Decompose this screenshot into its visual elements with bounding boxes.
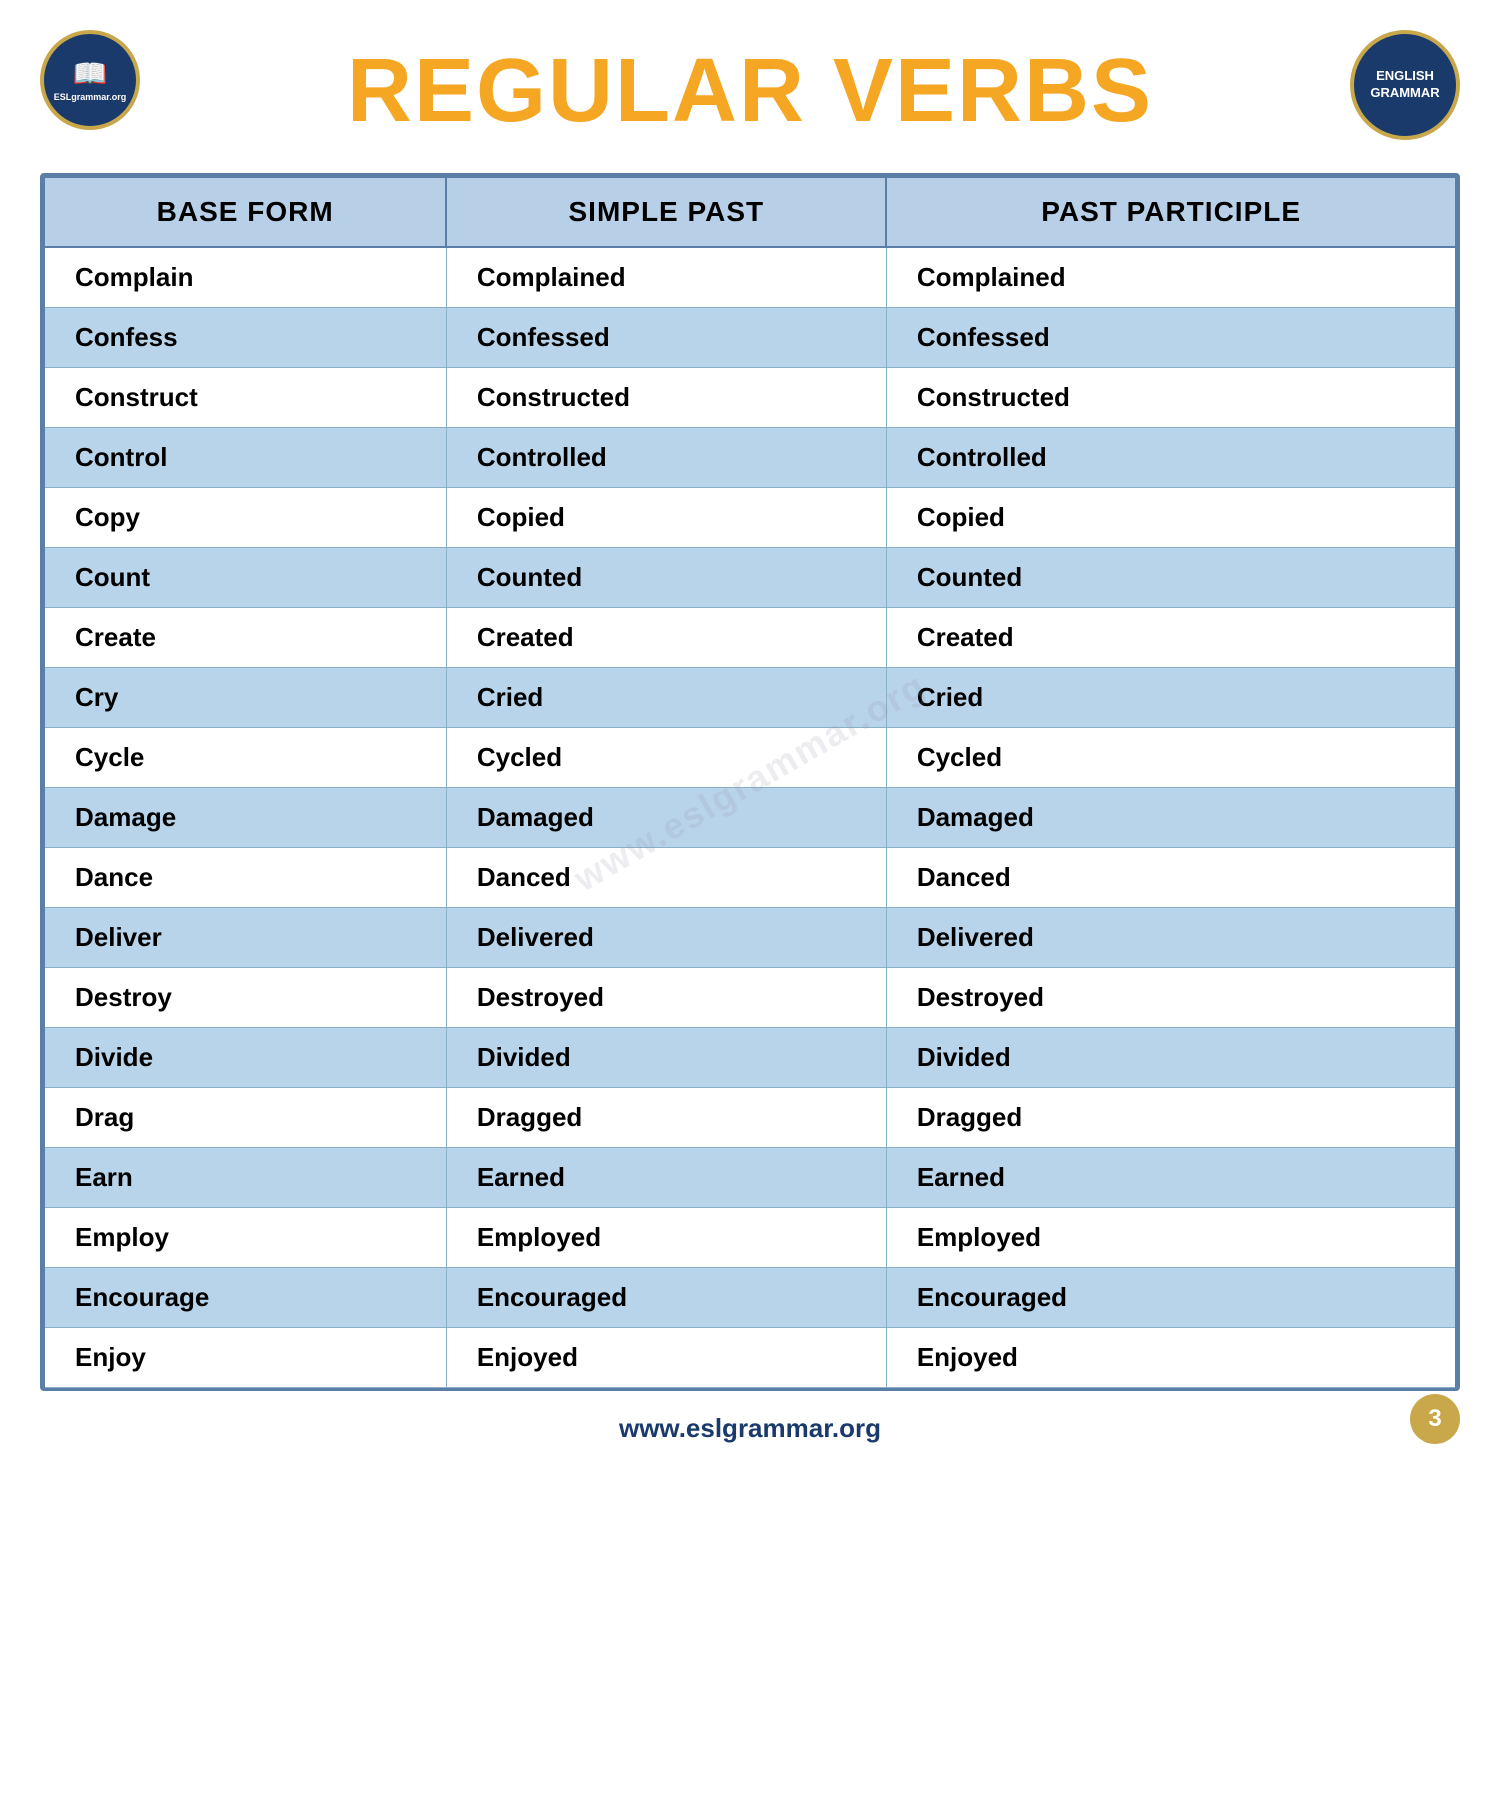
past-participle-cell: Complained xyxy=(886,247,1456,308)
past-participle-cell: Cycled xyxy=(886,728,1456,788)
table-row: EarnEarnedEarned xyxy=(44,1148,1456,1208)
past-participle-cell: Cried xyxy=(886,668,1456,728)
simple-past-cell: Destroyed xyxy=(446,968,886,1028)
table-row: ConstructConstructedConstructed xyxy=(44,368,1456,428)
table-row: EncourageEncouragedEncouraged xyxy=(44,1268,1456,1328)
simple-past-cell: Confessed xyxy=(446,308,886,368)
base-form-cell: Employ xyxy=(44,1208,446,1268)
past-participle-cell: Encouraged xyxy=(886,1268,1456,1328)
simple-past-cell: Constructed xyxy=(446,368,886,428)
simple-past-cell: Divided xyxy=(446,1028,886,1088)
simple-past-cell: Encouraged xyxy=(446,1268,886,1328)
page: 📖 ESLgrammar.org REGULAR VERBS ENGLISH G… xyxy=(0,0,1500,1800)
past-participle-cell: Earned xyxy=(886,1148,1456,1208)
base-form-cell: Cry xyxy=(44,668,446,728)
table-row: EnjoyEnjoyedEnjoyed xyxy=(44,1328,1456,1388)
past-participle-cell: Constructed xyxy=(886,368,1456,428)
table-row: CopyCopiedCopied xyxy=(44,488,1456,548)
table-row: ControlControlledControlled xyxy=(44,428,1456,488)
badge-line1: ENGLISH xyxy=(1376,68,1434,85)
logo-text: ESLgrammar.org xyxy=(54,92,127,103)
table-row: DamageDamagedDamaged xyxy=(44,788,1456,848)
footer-url: www.eslgrammar.org xyxy=(619,1413,881,1443)
table-row: CryCriedCried xyxy=(44,668,1456,728)
base-form-cell: Drag xyxy=(44,1088,446,1148)
past-participle-cell: Delivered xyxy=(886,908,1456,968)
simple-past-cell: Controlled xyxy=(446,428,886,488)
base-form-cell: Deliver xyxy=(44,908,446,968)
base-form-cell: Earn xyxy=(44,1148,446,1208)
base-form-cell: Create xyxy=(44,608,446,668)
simple-past-cell: Earned xyxy=(446,1148,886,1208)
base-form-cell: Copy xyxy=(44,488,446,548)
simple-past-cell: Copied xyxy=(446,488,886,548)
base-form-cell: Cycle xyxy=(44,728,446,788)
col-header-past-participle: PAST PARTICIPLE xyxy=(886,177,1456,247)
past-participle-cell: Copied xyxy=(886,488,1456,548)
table-container: BASE FORM SIMPLE PAST PAST PARTICIPLE Co… xyxy=(40,173,1460,1391)
simple-past-cell: Enjoyed xyxy=(446,1328,886,1388)
table-row: DestroyDestroyedDestroyed xyxy=(44,968,1456,1028)
simple-past-cell: Damaged xyxy=(446,788,886,848)
base-form-cell: Encourage xyxy=(44,1268,446,1328)
col-header-base: BASE FORM xyxy=(44,177,446,247)
past-participle-cell: Employed xyxy=(886,1208,1456,1268)
simple-past-cell: Delivered xyxy=(446,908,886,968)
page-number: 3 xyxy=(1410,1394,1460,1444)
footer: www.eslgrammar.org 3 xyxy=(40,1413,1460,1444)
past-participle-cell: Dragged xyxy=(886,1088,1456,1148)
table-row: EmployEmployedEmployed xyxy=(44,1208,1456,1268)
table-row: DivideDividedDivided xyxy=(44,1028,1456,1088)
table-row: CreateCreatedCreated xyxy=(44,608,1456,668)
simple-past-cell: Cried xyxy=(446,668,886,728)
english-grammar-badge: ENGLISH GRAMMAR xyxy=(1350,30,1460,140)
table-row: CountCountedCounted xyxy=(44,548,1456,608)
base-form-cell: Damage xyxy=(44,788,446,848)
simple-past-cell: Danced xyxy=(446,848,886,908)
past-participle-cell: Damaged xyxy=(886,788,1456,848)
table-row: CycleCycledCycled xyxy=(44,728,1456,788)
base-form-cell: Confess xyxy=(44,308,446,368)
base-form-cell: Construct xyxy=(44,368,446,428)
simple-past-cell: Complained xyxy=(446,247,886,308)
base-form-cell: Divide xyxy=(44,1028,446,1088)
header: 📖 ESLgrammar.org REGULAR VERBS ENGLISH G… xyxy=(40,30,1460,153)
simple-past-cell: Created xyxy=(446,608,886,668)
past-participle-cell: Confessed xyxy=(886,308,1456,368)
table-row: ComplainComplainedComplained xyxy=(44,247,1456,308)
base-form-cell: Complain xyxy=(44,247,446,308)
base-form-cell: Count xyxy=(44,548,446,608)
base-form-cell: Destroy xyxy=(44,968,446,1028)
table-row: DragDraggedDragged xyxy=(44,1088,1456,1148)
simple-past-cell: Employed xyxy=(446,1208,886,1268)
simple-past-cell: Cycled xyxy=(446,728,886,788)
logo-book-icon: 📖 xyxy=(73,57,108,90)
past-participle-cell: Counted xyxy=(886,548,1456,608)
past-participle-cell: Controlled xyxy=(886,428,1456,488)
past-participle-cell: Divided xyxy=(886,1028,1456,1088)
table-row: DeliverDeliveredDelivered xyxy=(44,908,1456,968)
logo: 📖 ESLgrammar.org xyxy=(40,30,140,130)
table-row: ConfessConfessedConfessed xyxy=(44,308,1456,368)
table-row: DanceDancedDanced xyxy=(44,848,1456,908)
simple-past-cell: Dragged xyxy=(446,1088,886,1148)
verbs-table: BASE FORM SIMPLE PAST PAST PARTICIPLE Co… xyxy=(43,176,1457,1388)
page-title: REGULAR VERBS xyxy=(347,40,1153,143)
past-participle-cell: Created xyxy=(886,608,1456,668)
simple-past-cell: Counted xyxy=(446,548,886,608)
table-wrapper: www.eslgrammar.org BASE FORM SIMPLE PAST… xyxy=(40,173,1460,1391)
col-header-simple-past: SIMPLE PAST xyxy=(446,177,886,247)
base-form-cell: Control xyxy=(44,428,446,488)
base-form-cell: Enjoy xyxy=(44,1328,446,1388)
past-participle-cell: Danced xyxy=(886,848,1456,908)
base-form-cell: Dance xyxy=(44,848,446,908)
past-participle-cell: Destroyed xyxy=(886,968,1456,1028)
badge-line2: GRAMMAR xyxy=(1370,85,1439,102)
past-participle-cell: Enjoyed xyxy=(886,1328,1456,1388)
